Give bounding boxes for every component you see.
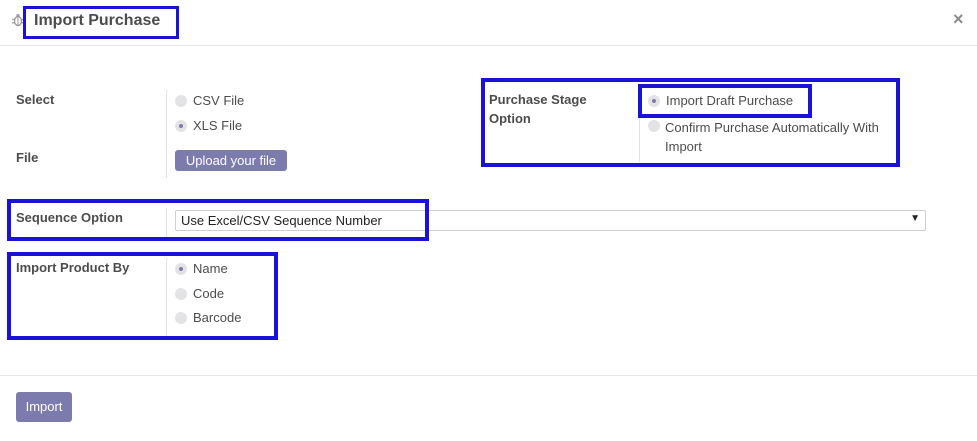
purchase-stage-label-line2: Option — [489, 111, 531, 126]
confirm-label-line2: Import — [665, 139, 702, 154]
footer-divider — [0, 375, 977, 376]
purchase-stage-label-line1: Purchase Stage — [489, 92, 587, 107]
sequence-option-label: Sequence Option — [16, 210, 123, 225]
file-label: File — [16, 150, 39, 165]
bug-icon — [11, 13, 25, 27]
select-label: Select — [16, 92, 55, 107]
confirm-label-line1: Confirm Purchase Automatically With — [665, 120, 879, 135]
import-button[interactable]: Import — [16, 392, 72, 422]
confirm-radio[interactable] — [648, 120, 660, 132]
csv-label: CSV File — [193, 93, 245, 108]
name-label: Name — [193, 261, 228, 276]
name-radio[interactable] — [175, 262, 187, 275]
csv-radio[interactable] — [175, 94, 187, 107]
product-name-option[interactable]: Name — [175, 261, 228, 276]
field-divider — [166, 90, 167, 178]
import-product-by-label: Import Product By — [16, 260, 130, 275]
barcode-radio[interactable] — [175, 311, 187, 324]
draft-radio[interactable] — [648, 94, 660, 107]
product-divider — [166, 258, 167, 336]
confirm-purchase-option[interactable]: Confirm Purchase Automatically With Impo… — [648, 118, 879, 156]
xls-radio[interactable] — [175, 119, 187, 132]
stage-divider — [639, 88, 640, 162]
product-code-option[interactable]: Code — [175, 286, 224, 301]
sequence-option-select[interactable]: Use Excel/CSV Sequence Number ▼ — [175, 210, 926, 231]
csv-file-option[interactable]: CSV File — [175, 93, 244, 108]
xls-label: XLS File — [193, 118, 243, 133]
upload-file-button[interactable]: Upload your file — [175, 150, 287, 171]
dialog-title: Import Purchase — [34, 12, 161, 29]
code-radio[interactable] — [175, 287, 187, 300]
close-icon[interactable]: × — [953, 9, 964, 29]
draft-label: Import Draft Purchase — [666, 93, 794, 108]
code-label: Code — [193, 286, 225, 301]
xls-file-option[interactable]: XLS File — [175, 118, 242, 133]
import-draft-option[interactable]: Import Draft Purchase — [648, 93, 793, 108]
purchase-stage-label: Purchase Stage Option — [489, 90, 587, 128]
header-divider — [0, 45, 977, 46]
barcode-label: Barcode — [193, 310, 242, 325]
dropdown-arrow-icon[interactable]: ▼ — [910, 213, 920, 224]
sequence-option-value: Use Excel/CSV Sequence Number — [181, 213, 382, 228]
product-barcode-option[interactable]: Barcode — [175, 310, 241, 325]
sequence-divider — [166, 208, 167, 238]
